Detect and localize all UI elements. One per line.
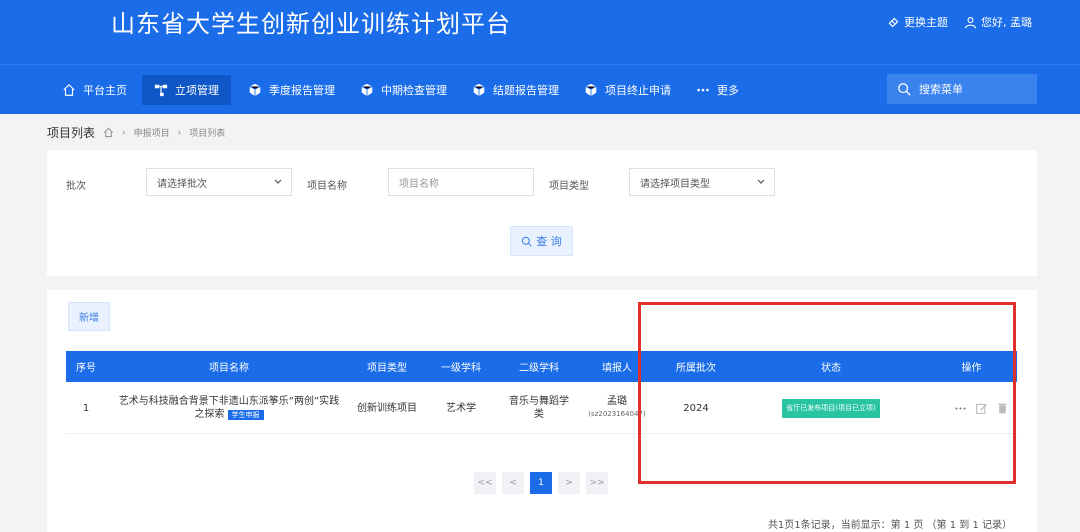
hierarchy-icon	[154, 84, 168, 97]
reporter-id: (sz2023164047)	[588, 410, 646, 418]
breadcrumb-separator: ›	[122, 127, 126, 138]
chevron-down-icon	[274, 179, 282, 184]
menu-search-placeholder: 搜索菜单	[919, 83, 963, 96]
nav-item-label: 平台主页	[83, 84, 127, 97]
next-page-button[interactable]: >	[558, 472, 580, 494]
prev-page-button[interactable]: <	[502, 472, 524, 494]
nav-item-project-management[interactable]: 立项管理	[142, 75, 231, 105]
nav-item-label: 结题报告管理	[493, 84, 559, 97]
nav-item-more[interactable]: 更多	[684, 75, 751, 105]
delete-icon[interactable]	[996, 402, 1009, 415]
nav-item-final-report[interactable]: 结题报告管理	[460, 75, 571, 105]
col-header-actions: 操作	[961, 363, 982, 374]
first-page-button[interactable]: <<	[474, 472, 496, 494]
cell-reporter: 孟璐 (sz2023164047)	[578, 382, 656, 434]
edit-icon[interactable]	[975, 402, 988, 415]
change-theme-label: 更换主题	[904, 16, 948, 29]
user-menu[interactable]: 您好, 孟璐	[964, 14, 1032, 30]
project-type-select[interactable]: 请选择项目类型	[629, 168, 775, 196]
batch-select-placeholder: 请选择批次	[157, 178, 207, 190]
breadcrumb-item-apply[interactable]: 申报项目	[134, 126, 170, 139]
col-header-reporter: 填报人	[602, 363, 632, 374]
site-title: 山东省大学生创新创业训练计划平台	[111, 10, 511, 38]
pagination: << < 1 > >>	[474, 472, 608, 494]
project-type-label: 项目类型	[549, 181, 589, 192]
user-icon	[965, 16, 976, 28]
table-card: 新增 序号 项目名称 项目类型 一级学科 二级学科 填报人 所属批次 状态 操作…	[47, 290, 1037, 532]
table-header: 序号 项目名称 项目类型 一级学科 二级学科 填报人 所属批次 状态 操作	[66, 351, 1017, 382]
student-apply-badge: 学生申报	[227, 409, 264, 420]
project-name-input[interactable]: 项目名称	[388, 168, 534, 196]
breadcrumb-separator: ›	[177, 127, 182, 138]
current-page-button[interactable]: 1	[530, 472, 552, 494]
project-name-wrap: 之探索 学生申报	[195, 408, 264, 422]
home-icon	[63, 83, 75, 96]
nav-item-label: 季度报告管理	[269, 84, 335, 97]
nav-item-label: 更多	[717, 84, 739, 97]
cell-discipline1: 艺术学	[446, 402, 476, 414]
breadcrumb: 项目列表 › 申报项目 › 项目列表	[47, 124, 225, 141]
search-icon	[522, 236, 532, 247]
filter-card: 批次 请选择批次 项目名称 项目名称 项目类型 请选择项目类型 查 询	[47, 150, 1037, 276]
col-header-discipline2: 二级学科	[519, 363, 559, 374]
reporter-name: 孟璐	[607, 396, 627, 407]
nav-item-termination[interactable]: 项目终止申请	[572, 75, 683, 105]
status-badge: 省厅已发布项目(项目已立项)	[782, 398, 880, 418]
home-icon[interactable]	[103, 127, 114, 138]
cell-index: 1	[82, 402, 90, 414]
col-header-batch: 所属批次	[676, 363, 716, 374]
col-header-type: 项目类型	[367, 363, 407, 374]
project-name-placeholder: 项目名称	[399, 178, 439, 190]
query-button[interactable]: 查 询	[510, 226, 573, 256]
add-button[interactable]: 新增	[68, 302, 110, 331]
cell-discipline2: 音乐与舞蹈学 类	[500, 382, 578, 434]
col-header-name: 项目名称	[209, 363, 249, 374]
cell-project-type: 创新训练项目	[357, 402, 417, 414]
breadcrumb-item-list: 项目列表	[189, 129, 226, 139]
change-theme-button[interactable]: 更换主题	[887, 14, 948, 30]
col-header-status: 状态	[821, 363, 841, 374]
cell-project-name[interactable]: 艺术与科技融合背景下非遗山东派筝乐“两创”实践 之探索 学生申报	[106, 382, 352, 434]
chevron-down-icon	[757, 179, 765, 184]
query-button-label: 查 询	[536, 235, 562, 248]
cell-actions	[926, 382, 1017, 434]
discipline2-line: 音乐与舞蹈学	[509, 396, 569, 407]
top-header: 山东省大学生创新创业训练计划平台 更换主题 您好, 孟璐	[0, 0, 1080, 64]
theme-icon	[888, 17, 899, 27]
cell-batch: 2024	[683, 402, 709, 414]
project-name-label: 项目名称	[307, 181, 347, 192]
record-summary: 共1页1条记录，当前显示：第 1 页 （第 1 到 1 记录）	[767, 520, 1012, 531]
cube-icon	[249, 83, 261, 97]
user-greeting: 您好, 孟璐	[981, 16, 1032, 29]
more-icon	[697, 88, 709, 92]
nav-item-label: 项目终止申请	[605, 84, 671, 97]
nav-item-label: 中期检查管理	[381, 84, 447, 97]
table-row[interactable]: 1 艺术与科技融合背景下非遗山东派筝乐“两创”实践 之探索 学生申报 创新训练项目…	[66, 382, 1017, 434]
cube-icon	[585, 83, 597, 97]
col-header-index: 序号	[76, 363, 96, 374]
col-header-discipline1: 一级学科	[441, 363, 481, 374]
search-icon	[898, 83, 911, 96]
nav-item-midterm-check[interactable]: 中期检查管理	[348, 75, 459, 105]
project-name-line: 之探索	[194, 408, 225, 420]
nav-item-label: 立项管理	[175, 84, 219, 97]
cell-status: 省厅已发布项目(项目已立项)	[736, 382, 926, 434]
cube-icon	[361, 83, 373, 97]
batch-label: 批次	[66, 181, 86, 192]
discipline2-line: 类	[534, 409, 544, 420]
header-right: 更换主题 您好, 孟璐	[887, 14, 1032, 30]
page-title: 项目列表	[47, 126, 96, 140]
last-page-button[interactable]: >>	[586, 472, 608, 494]
batch-select[interactable]: 请选择批次	[146, 168, 292, 196]
project-type-placeholder: 请选择项目类型	[640, 178, 710, 190]
more-icon[interactable]	[954, 402, 967, 415]
cube-icon	[473, 83, 485, 97]
project-name-line: 艺术与科技融合背景下非遗山东派筝乐“两创”实践	[118, 395, 340, 407]
nav-item-quarterly-report[interactable]: 季度报告管理	[236, 75, 347, 105]
nav-item-home[interactable]: 平台主页	[50, 75, 139, 105]
menu-search-input[interactable]: 搜索菜单	[887, 74, 1037, 104]
